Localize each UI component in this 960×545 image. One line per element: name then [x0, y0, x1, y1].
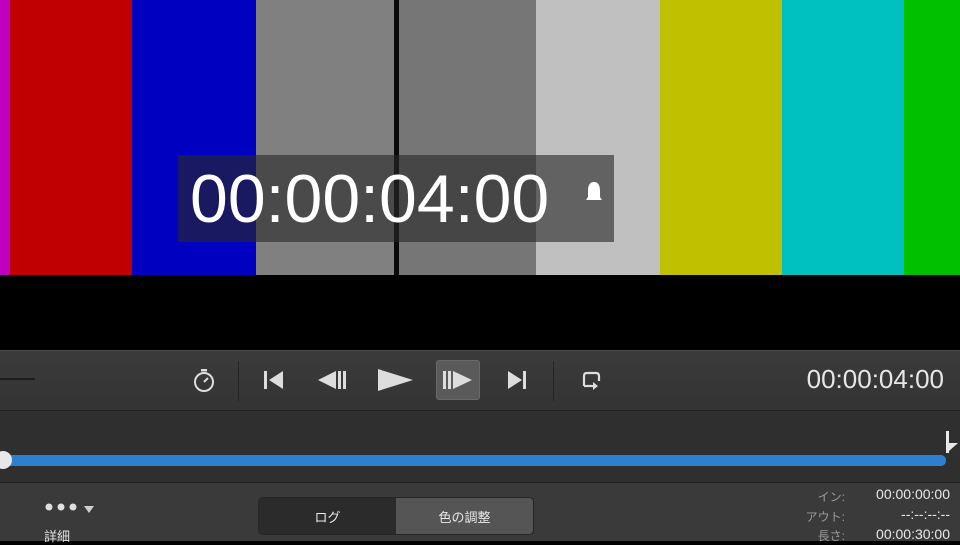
- loop-icon: [582, 371, 601, 390]
- next-frame-icon: [443, 371, 472, 389]
- overlay-timecode: 00:00:04:00: [190, 161, 550, 237]
- next-frame-button[interactable]: [436, 360, 480, 400]
- play-icon: [378, 369, 413, 391]
- playhead[interactable]: [0, 451, 12, 469]
- tab-log[interactable]: ログ: [259, 498, 396, 534]
- current-time: 00:00:04:00: [806, 364, 944, 394]
- go-to-start-icon: [264, 371, 283, 389]
- scrub-track[interactable]: [0, 455, 946, 466]
- bar-magenta: [0, 0, 10, 275]
- bell-icon[interactable]: [583, 179, 605, 205]
- details-label[interactable]: 詳細: [44, 526, 70, 545]
- go-to-end-icon: [508, 371, 526, 389]
- more-dots-icon[interactable]: [45, 502, 77, 512]
- video-preview: 00:00:04:00: [0, 0, 960, 350]
- go-to-start-button[interactable]: [252, 360, 296, 400]
- previous-frame-button[interactable]: [311, 360, 355, 400]
- separator: [238, 361, 239, 401]
- bar-green: [904, 0, 960, 275]
- transport-bar: 00:00:04:00: [0, 350, 960, 411]
- bottom-panel: 詳細 ログ 色の調整 イン: 00:00:00:00 アウト: --:--:--…: [0, 482, 960, 544]
- go-to-end-button[interactable]: [495, 360, 539, 400]
- bar-cyan: [782, 0, 904, 275]
- previous-frame-icon: [318, 371, 346, 389]
- loop-button[interactable]: [568, 360, 612, 400]
- panel-segmented-control: ログ 色の調整: [258, 497, 534, 535]
- end-marker-icon[interactable]: [944, 431, 960, 455]
- volume-slider[interactable]: [0, 378, 35, 380]
- timeline[interactable]: [0, 410, 960, 483]
- in-label: イン:: [817, 490, 845, 504]
- bar-yellow: [660, 0, 782, 275]
- separator: [553, 361, 554, 401]
- stopwatch-icon: [194, 369, 214, 392]
- play-button[interactable]: [373, 360, 417, 400]
- chevron-down-icon[interactable]: [84, 506, 94, 514]
- tab-color-adjust[interactable]: 色の調整: [396, 498, 533, 534]
- stopwatch-button[interactable]: [182, 360, 226, 400]
- bar-red: [10, 0, 132, 275]
- length-label: 長さ:: [817, 529, 845, 543]
- out-label: アウト:: [805, 510, 845, 524]
- in-value: 00:00:00:00: [876, 486, 950, 502]
- out-value: --:--:--:--: [901, 506, 950, 522]
- timecode-overlay: 00:00:04:00: [178, 155, 614, 242]
